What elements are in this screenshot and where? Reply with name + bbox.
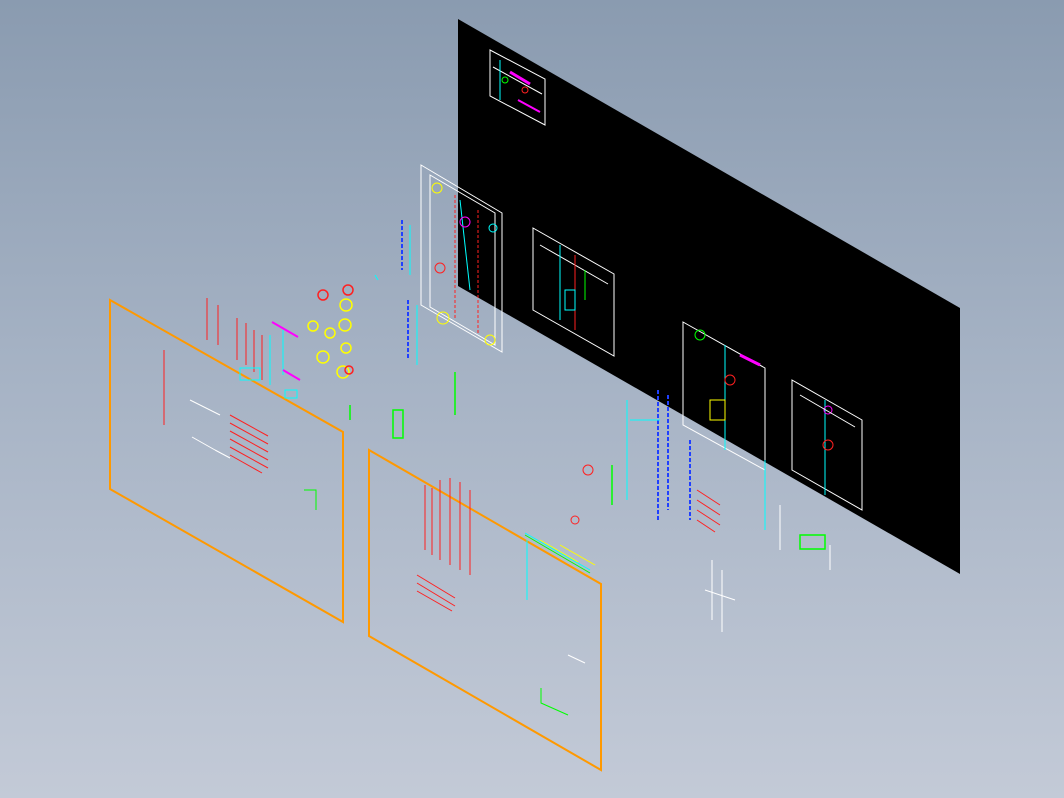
drawing-sheet-center [368, 448, 602, 772]
center-sheet-white-marks [567, 654, 586, 664]
center-sheet-cyan-lines [524, 532, 591, 600]
center-sheet-red-lines [416, 478, 471, 612]
cad-3d-viewport[interactable] [0, 0, 1064, 798]
left-sheet-border [109, 298, 344, 624]
black-drawing-panel [458, 19, 960, 574]
cad-scene[interactable] [0, 0, 1064, 798]
left-sheet-white-lines [189, 399, 231, 459]
drawing-sheet-left [109, 298, 344, 624]
center-sheet-green-bracket [540, 688, 569, 716]
center-sheet-border [368, 448, 602, 772]
left-sheet-green-bracket [304, 489, 317, 510]
